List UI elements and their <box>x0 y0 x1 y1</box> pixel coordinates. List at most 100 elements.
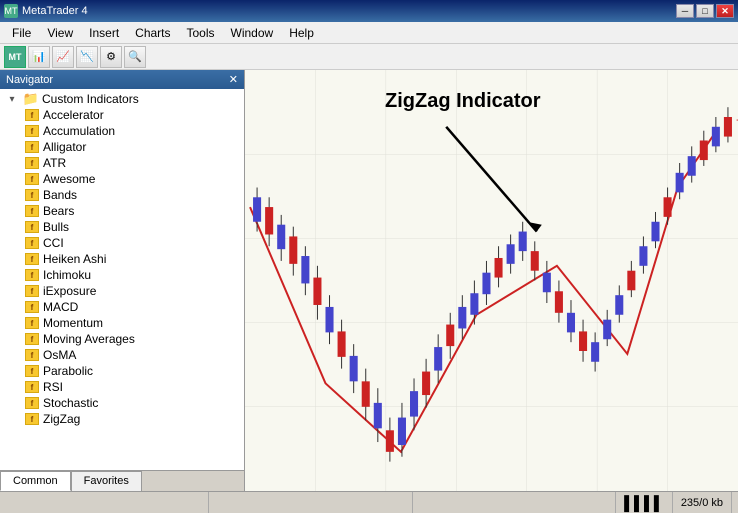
list-item-momentum[interactable]: f Momentum <box>20 315 244 331</box>
menu-file[interactable]: File <box>4 24 39 42</box>
item-label: Accumulation <box>43 124 115 138</box>
indicator-icon: f <box>24 364 40 378</box>
navigator-close-btn[interactable]: ✕ <box>229 73 238 86</box>
chart-window: ZigZag Indicator <box>245 70 738 491</box>
menu-bar: File View Insert Charts Tools Window Hel… <box>0 22 738 44</box>
indicator-icon: f <box>24 252 40 266</box>
maximize-button[interactable]: □ <box>696 4 714 18</box>
list-item-accumulation[interactable]: f Accumulation <box>20 123 244 139</box>
list-item-stochastic[interactable]: f Stochastic <box>20 395 244 411</box>
list-item-moving-averages[interactable]: f Moving Averages <box>20 331 244 347</box>
menu-help[interactable]: Help <box>281 24 322 42</box>
list-item-bands[interactable]: f Bands <box>20 187 244 203</box>
kb-label: 235/0 kb <box>681 497 723 509</box>
list-item-ichimoku[interactable]: f Ichimoku <box>20 267 244 283</box>
item-label: Moving Averages <box>43 332 135 346</box>
status-kb: 235/0 kb <box>673 492 732 513</box>
list-item-zigzag[interactable]: f ZigZag <box>20 411 244 427</box>
indicator-icon: f <box>24 172 40 186</box>
custom-indicators-label: Custom Indicators <box>42 92 139 106</box>
minimize-button[interactable]: ─ <box>676 4 694 18</box>
toolbar-btn-1[interactable]: 📊 <box>28 46 50 68</box>
chart-canvas[interactable]: ZigZag Indicator <box>245 70 738 491</box>
list-item-accelerator[interactable]: f Accelerator <box>20 107 244 123</box>
indicator-icon: f <box>24 284 40 298</box>
navigator-tabs: Common Favorites <box>0 470 244 491</box>
menu-tools[interactable]: Tools <box>179 24 223 42</box>
tree-view[interactable]: ▾ 📁 Custom Indicators f Accelerator f Ac… <box>0 89 244 470</box>
item-label: Alligator <box>43 140 86 154</box>
item-label: ZigZag <box>43 412 80 426</box>
indicator-icon: f <box>24 204 40 218</box>
status-seg-bars: ▌▌▌▌ <box>616 492 673 513</box>
toolbar-btn-2[interactable]: 📈 <box>52 46 74 68</box>
item-label: Accelerator <box>43 108 104 122</box>
navigator-label: Navigator <box>6 74 53 86</box>
bars-icon: ▌▌▌▌ <box>624 495 664 511</box>
list-item-heiken-ashi[interactable]: f Heiken Ashi <box>20 251 244 267</box>
logo-icon: MT <box>4 46 26 68</box>
indicator-icon: f <box>24 300 40 314</box>
toolbar-btn-5[interactable]: 🔍 <box>124 46 146 68</box>
item-label: Bears <box>43 204 74 218</box>
indicator-icon: f <box>24 108 40 122</box>
mdi-area: ZigZag Indicator <box>245 70 738 491</box>
list-item-parabolic[interactable]: f Parabolic <box>20 363 244 379</box>
item-label: MACD <box>43 300 78 314</box>
item-label: Bands <box>43 188 77 202</box>
list-item-cci[interactable]: f CCI <box>20 235 244 251</box>
indicator-icon: f <box>24 140 40 154</box>
navigator-title-bar: Navigator ✕ <box>0 70 244 89</box>
indicator-icon: f <box>24 236 40 250</box>
indicator-icon: f <box>24 220 40 234</box>
indicator-icon: f <box>24 316 40 330</box>
indicator-icon: f <box>24 348 40 362</box>
app-icon: MT <box>4 4 18 18</box>
folder-icon: 📁 <box>23 92 39 106</box>
toolbar: MT 📊 📈 📉 ⚙ 🔍 <box>0 44 738 70</box>
indicator-icon: f <box>24 412 40 426</box>
tab-favorites[interactable]: Favorites <box>71 471 142 491</box>
tab-common[interactable]: Common <box>0 471 71 491</box>
list-item-alligator[interactable]: f Alligator <box>20 139 244 155</box>
item-label: Ichimoku <box>43 268 91 282</box>
list-item-awesome[interactable]: f Awesome <box>20 171 244 187</box>
title-bar: MT MetaTrader 4 ─ □ ✕ <box>0 0 738 22</box>
indicator-icon: f <box>24 156 40 170</box>
indicator-badge: f <box>25 109 39 121</box>
menu-insert[interactable]: Insert <box>81 24 127 42</box>
list-item-osma[interactable]: f OsMA <box>20 347 244 363</box>
item-label: Bulls <box>43 220 69 234</box>
list-item-rsi[interactable]: f RSI <box>20 379 244 395</box>
item-label: iExposure <box>43 284 96 298</box>
item-label: Stochastic <box>43 396 98 410</box>
item-label: Parabolic <box>43 364 93 378</box>
menu-view[interactable]: View <box>39 24 81 42</box>
list-item-iexposure[interactable]: f iExposure <box>20 283 244 299</box>
window-controls[interactable]: ─ □ ✕ <box>676 4 734 18</box>
item-label: CCI <box>43 236 64 250</box>
indicator-icon: f <box>24 332 40 346</box>
navigator-panel: Navigator ✕ ▾ 📁 Custom Indicators f Acce… <box>0 70 245 491</box>
list-item-atr[interactable]: f ATR <box>20 155 244 171</box>
indicator-icon: f <box>24 268 40 282</box>
window-title: MetaTrader 4 <box>22 5 88 17</box>
list-item-bulls[interactable]: f Bulls <box>20 219 244 235</box>
main-content: Navigator ✕ ▾ 📁 Custom Indicators f Acce… <box>0 70 738 491</box>
chart-svg: + <box>245 70 738 491</box>
status-bar: ▌▌▌▌ 235/0 kb <box>0 491 738 513</box>
list-item-bears[interactable]: f Bears <box>20 203 244 219</box>
status-seg-1 <box>6 492 209 513</box>
title-bar-left: MT MetaTrader 4 <box>4 4 88 18</box>
toolbar-btn-3[interactable]: 📉 <box>76 46 98 68</box>
status-segments: ▌▌▌▌ 235/0 kb <box>6 492 732 513</box>
menu-charts[interactable]: Charts <box>127 24 178 42</box>
list-item-macd[interactable]: f MACD <box>20 299 244 315</box>
item-label: Awesome <box>43 172 95 186</box>
indicator-icon: f <box>24 124 40 138</box>
tree-root-custom-indicators[interactable]: ▾ 📁 Custom Indicators <box>0 91 244 107</box>
toolbar-btn-4[interactable]: ⚙ <box>100 46 122 68</box>
close-button[interactable]: ✕ <box>716 4 734 18</box>
indicator-icon: f <box>24 380 40 394</box>
menu-window[interactable]: Window <box>223 24 282 42</box>
